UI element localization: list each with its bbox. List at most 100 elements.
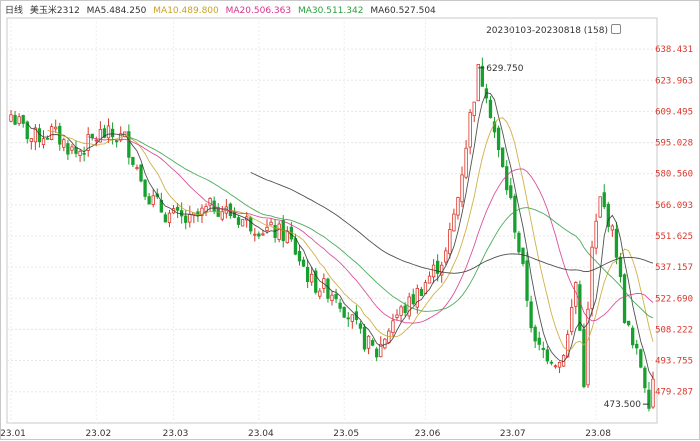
candle-body <box>553 365 558 368</box>
candle-body <box>456 197 460 216</box>
candle-body <box>334 294 338 300</box>
y-tick-label: 508.222 <box>655 325 693 335</box>
candle-body <box>114 140 119 143</box>
candle-body <box>240 219 245 227</box>
candle-body <box>21 115 25 124</box>
candle-body <box>480 65 485 87</box>
x-tick-label: 23.04 <box>248 429 274 439</box>
candle-body <box>375 348 379 358</box>
candle-body <box>62 139 66 148</box>
candle-body <box>370 340 375 346</box>
candle-body <box>151 195 155 205</box>
candle-body <box>82 152 86 155</box>
high-annotation: 629.750 <box>486 64 523 74</box>
candle-body <box>70 146 74 151</box>
candle-body <box>305 266 310 282</box>
candle-body <box>635 343 639 349</box>
candle-body <box>468 112 472 148</box>
candle-body <box>127 131 131 158</box>
candle-body <box>346 317 350 320</box>
candle-body <box>236 217 241 225</box>
y-tick-label: 580.560 <box>655 170 693 180</box>
plot-area[interactable]: 638.431 623.963 609.495 595.028 580.560 566.0… <box>1 1 700 441</box>
candle-body <box>537 337 541 345</box>
candle-body <box>505 166 509 191</box>
candle-body <box>139 164 143 182</box>
candle-body <box>513 195 517 233</box>
y-tick-label: 595.028 <box>655 139 693 149</box>
candle-body <box>265 226 269 231</box>
candle-body <box>517 232 521 253</box>
candle-body <box>643 367 647 389</box>
candle-body <box>167 212 172 223</box>
candle-body <box>269 221 273 226</box>
candle-body <box>318 290 322 297</box>
candle-body <box>350 314 354 322</box>
low-annotation: 473.500 <box>604 400 641 410</box>
candle-body <box>277 223 281 240</box>
candle-body <box>66 143 70 155</box>
candle-body <box>17 116 21 124</box>
y-tick-label: 479.287 <box>655 388 693 398</box>
ma10-line <box>47 117 654 352</box>
x-tick-label: 23.06 <box>415 429 441 439</box>
candle-body <box>533 326 537 342</box>
x-tick-label: 23.03 <box>163 429 189 439</box>
candle-body <box>411 294 415 305</box>
candle-body <box>249 217 253 232</box>
candle-body <box>143 179 147 197</box>
x-tick-label: 23.05 <box>333 429 359 439</box>
candle-body <box>598 196 602 218</box>
candle-body <box>541 347 545 350</box>
candle-body <box>175 206 180 211</box>
candle-body <box>163 214 168 223</box>
candle-body <box>310 273 314 283</box>
candle-body <box>383 338 387 349</box>
candle-body <box>362 326 367 350</box>
candle-body <box>626 320 631 326</box>
kline-chart-window: 日线 美玉米2312 MA5.484.250 MA10.489.800 MA20… <box>0 0 700 440</box>
candle-body <box>460 174 464 203</box>
y-tick-label: 537.157 <box>655 263 693 273</box>
candle-body <box>602 192 606 208</box>
x-tick-label: 23.07 <box>500 429 526 439</box>
candle-body <box>647 389 651 409</box>
candle-body <box>452 213 456 232</box>
candle-body <box>188 213 192 223</box>
candle-body <box>13 114 17 125</box>
candle-body <box>326 278 330 299</box>
ma20-line <box>88 136 654 324</box>
candle-body <box>338 302 342 309</box>
candle-body <box>220 211 224 220</box>
candle-body <box>330 294 334 301</box>
candle-body <box>49 126 54 141</box>
x-tick-label: 23.02 <box>85 429 111 439</box>
candle-body <box>557 361 562 368</box>
candle-body <box>110 128 115 138</box>
candle-body <box>253 233 257 236</box>
candle-body <box>293 238 298 255</box>
candle-body <box>582 328 586 388</box>
candle-body <box>545 349 550 362</box>
candle-body <box>431 264 436 278</box>
candle-body <box>9 114 13 122</box>
candle-body <box>448 229 452 255</box>
candle-body <box>366 335 371 349</box>
candle-body <box>131 156 135 165</box>
x-tick-label: 23.01 <box>1 429 26 439</box>
candle-body <box>179 210 184 217</box>
candle-body <box>500 147 505 168</box>
candle-body <box>476 64 480 102</box>
candle-body <box>496 127 501 151</box>
x-tick-label: 23.08 <box>585 429 611 439</box>
candle-body <box>391 320 395 334</box>
candle-body <box>464 147 468 178</box>
y-tick-label: 609.495 <box>655 107 693 117</box>
candle-body <box>399 306 403 316</box>
candle-body <box>529 301 533 329</box>
candle-body <box>415 288 419 308</box>
candle-body <box>106 125 111 139</box>
candle-body <box>261 233 265 236</box>
candle-body <box>395 314 399 318</box>
candle-body <box>297 250 302 262</box>
